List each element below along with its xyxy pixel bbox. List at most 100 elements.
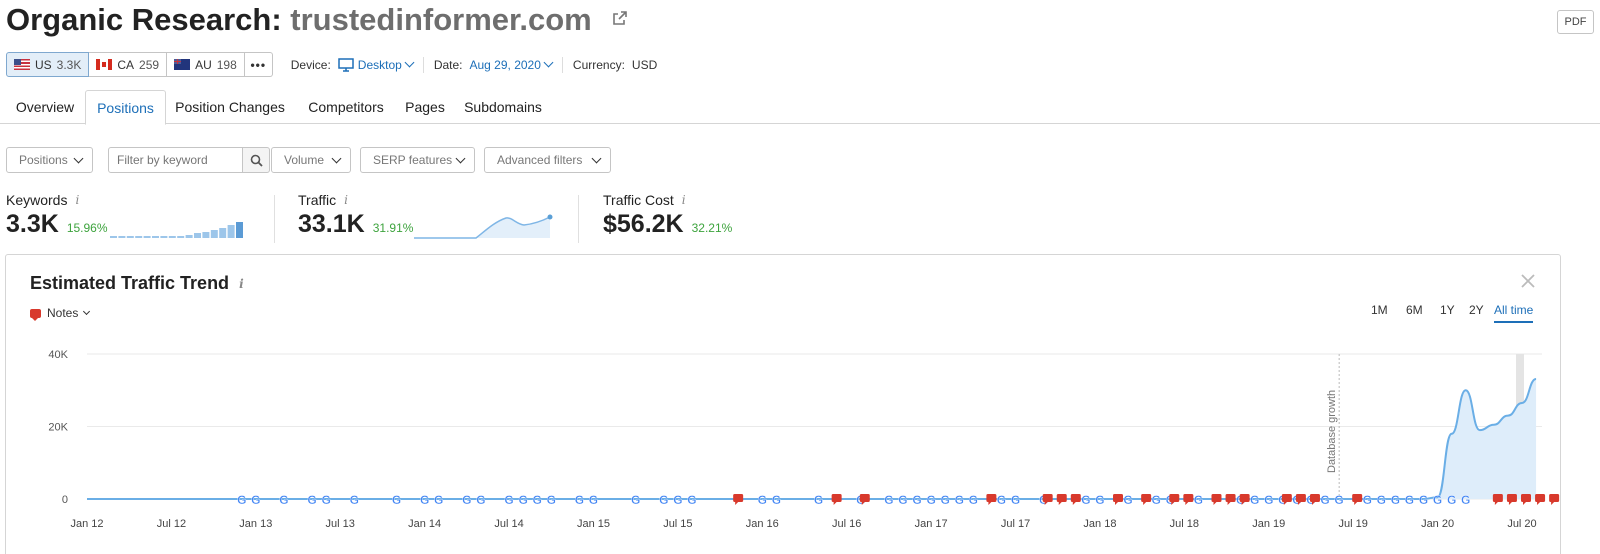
keywords-metric[interactable]: Keywords i 3.3K 15.96% <box>6 192 108 239</box>
device-dropdown[interactable]: Desktop <box>338 58 415 72</box>
info-icon[interactable]: i <box>682 193 686 207</box>
google-update-marker[interactable]: G <box>1376 493 1386 507</box>
google-update-marker[interactable]: G <box>1405 493 1415 507</box>
external-link-icon[interactable] <box>612 10 628 26</box>
google-update-marker[interactable]: G <box>532 493 542 507</box>
google-update-marker[interactable]: G <box>518 493 528 507</box>
google-update-marker[interactable]: G <box>434 493 444 507</box>
google-update-marker[interactable]: G <box>321 493 331 507</box>
google-update-marker[interactable]: G <box>476 493 486 507</box>
google-update-marker[interactable]: G <box>279 493 289 507</box>
google-update-marker[interactable]: G <box>1334 493 1344 507</box>
note-marker[interactable] <box>1352 494 1363 505</box>
tab-pages[interactable]: Pages <box>400 90 450 124</box>
keyword-search-button[interactable] <box>242 147 270 173</box>
google-update-marker[interactable]: G <box>237 493 247 507</box>
note-marker[interactable] <box>1492 494 1503 505</box>
note-marker[interactable] <box>831 494 842 505</box>
google-update-marker[interactable]: G <box>997 493 1007 507</box>
period-2y[interactable]: 2Y <box>1469 303 1484 317</box>
google-update-marker[interactable]: G <box>926 493 936 507</box>
database-ca-button[interactable]: CA 259 <box>89 52 168 77</box>
google-update-marker[interactable]: G <box>687 493 697 507</box>
volume-filter-dropdown[interactable]: Volume <box>271 147 351 173</box>
tab-subdomains[interactable]: Subdomains <box>456 90 550 124</box>
google-update-marker[interactable]: G <box>954 493 964 507</box>
tab-position-changes[interactable]: Position Changes <box>168 90 292 124</box>
note-marker[interactable] <box>1535 494 1546 505</box>
google-update-marker[interactable]: G <box>1081 493 1091 507</box>
note-marker[interactable] <box>1070 494 1081 505</box>
google-update-marker[interactable]: G <box>1250 493 1260 507</box>
google-update-marker[interactable]: G <box>912 493 922 507</box>
google-update-marker[interactable]: G <box>546 493 556 507</box>
google-update-marker[interactable]: G <box>307 493 317 507</box>
google-update-marker[interactable]: G <box>462 493 472 507</box>
advanced-filters-dropdown[interactable]: Advanced filters <box>484 147 611 173</box>
note-marker[interactable] <box>1211 494 1222 505</box>
google-update-marker[interactable]: G <box>589 493 599 507</box>
google-update-marker[interactable]: G <box>420 493 430 507</box>
note-marker[interactable] <box>1113 494 1124 505</box>
notes-dropdown[interactable]: Notes <box>30 306 91 321</box>
tab-competitors[interactable]: Competitors <box>296 90 396 124</box>
google-update-marker[interactable]: G <box>1447 493 1457 507</box>
google-update-marker[interactable]: G <box>659 493 669 507</box>
google-update-marker[interactable]: G <box>504 493 514 507</box>
google-update-marker[interactable]: G <box>969 493 979 507</box>
keyword-filter-input[interactable] <box>108 147 243 173</box>
info-icon[interactable]: i <box>239 277 244 291</box>
info-icon[interactable]: i <box>344 193 348 207</box>
google-update-marker[interactable]: G <box>1362 493 1372 507</box>
note-marker[interactable] <box>1506 494 1517 505</box>
google-update-marker[interactable]: G <box>673 493 683 507</box>
traffic-cost-metric[interactable]: Traffic Cost i $56.2K 32.21% <box>603 192 732 239</box>
google-update-marker[interactable]: G <box>1123 493 1133 507</box>
google-update-marker[interactable]: G <box>1461 493 1471 507</box>
info-icon[interactable]: i <box>75 193 79 207</box>
note-marker[interactable] <box>1056 494 1067 505</box>
note-marker[interactable] <box>733 494 744 505</box>
more-databases-button[interactable]: ••• <box>244 52 273 77</box>
serp-features-dropdown[interactable]: SERP features <box>360 147 475 173</box>
database-us-button[interactable]: US 3.3K <box>6 52 90 77</box>
period-1y[interactable]: 1Y <box>1440 303 1455 317</box>
google-update-marker[interactable]: G <box>1419 493 1429 507</box>
note-marker[interactable] <box>1521 494 1531 505</box>
google-update-marker[interactable]: G <box>1320 493 1330 507</box>
google-update-marker[interactable]: G <box>1095 493 1105 507</box>
google-update-marker[interactable]: G <box>1264 493 1274 507</box>
period-all-time[interactable]: All time <box>1494 303 1534 323</box>
tab-overview[interactable]: Overview <box>6 90 84 124</box>
date-dropdown[interactable]: Aug 29, 2020 <box>470 58 554 72</box>
google-update-marker[interactable]: G <box>575 493 585 507</box>
google-update-marker[interactable]: G <box>884 493 894 507</box>
close-icon[interactable] <box>1520 273 1536 289</box>
google-update-marker[interactable]: G <box>1433 493 1443 507</box>
google-update-marker[interactable]: G <box>1011 493 1021 507</box>
google-update-marker[interactable]: G <box>392 493 402 507</box>
google-update-marker[interactable]: G <box>898 493 908 507</box>
database-au-button[interactable]: AU 198 <box>167 52 245 77</box>
positions-filter-dropdown[interactable]: Positions <box>6 147 93 173</box>
google-update-marker[interactable]: G <box>772 493 782 507</box>
period-6m[interactable]: 6M <box>1406 303 1423 317</box>
pdf-export-button[interactable]: PDF <box>1557 10 1594 34</box>
google-update-marker[interactable]: G <box>1194 493 1204 507</box>
note-marker[interactable] <box>1141 494 1152 505</box>
traffic-metric[interactable]: Traffic i 33.1K 31.91% <box>298 192 413 239</box>
period-1m[interactable]: 1M <box>1371 303 1388 317</box>
google-update-marker[interactable]: G <box>251 493 261 507</box>
note-marker[interactable] <box>1225 494 1236 505</box>
google-update-marker[interactable]: G <box>1391 493 1401 507</box>
google-update-marker[interactable]: G <box>1151 493 1161 507</box>
google-update-marker[interactable]: G <box>349 493 359 507</box>
google-update-marker[interactable]: G <box>940 493 950 507</box>
google-update-marker[interactable]: G <box>631 493 641 507</box>
google-update-marker[interactable]: G <box>757 493 767 507</box>
note-marker[interactable] <box>1549 494 1560 505</box>
note-marker[interactable] <box>986 494 997 505</box>
tab-positions[interactable]: Positions <box>85 90 166 125</box>
note-marker[interactable] <box>1183 494 1194 505</box>
google-update-marker[interactable]: G <box>814 493 824 507</box>
